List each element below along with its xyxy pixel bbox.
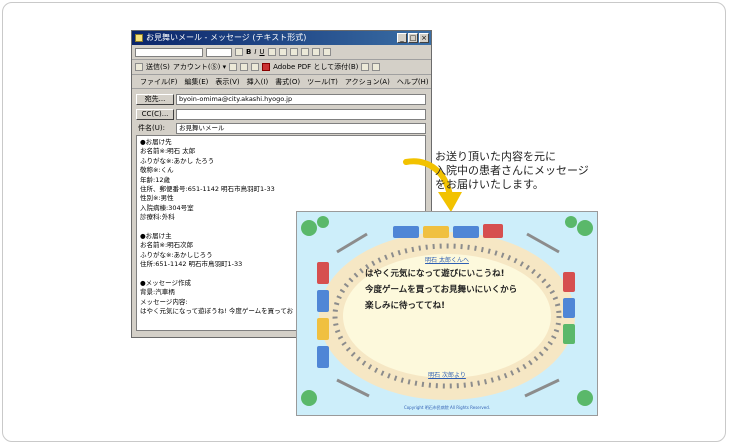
close-button[interactable]: ×: [419, 33, 429, 43]
attach-icon[interactable]: [251, 63, 260, 71]
cc-field[interactable]: [176, 109, 426, 120]
card-from-line: 明石 次郎より: [428, 372, 466, 379]
send-icon: [135, 63, 143, 71]
card-message-line: 今度ゲームを買ってお見舞いにいくから: [365, 285, 518, 295]
standard-toolbar: 送信(S) アカウント(Ⓢ) ▾ Adobe PDF として添付(B): [132, 60, 431, 75]
indent-icon[interactable]: [322, 48, 331, 56]
body-line: ●お届け先: [140, 138, 172, 146]
help-icon[interactable]: [372, 63, 381, 71]
font-size-select[interactable]: [206, 47, 232, 57]
window-title: お見舞いメール - メッセージ (テキスト形式): [146, 33, 307, 42]
card-to-line: 明石 太郎くんへ: [425, 257, 469, 264]
message-card: 明石 太郎くんへ はやく元気になって遊びにいこうね! 今度ゲームを買ってお見舞い…: [296, 211, 598, 416]
menu-file[interactable]: ファイル(F): [140, 77, 178, 87]
pdf-icon: [262, 63, 271, 71]
body-line: 住所、郵便番号:651-1142 明石市鳥羽町1-33: [140, 184, 275, 193]
title-bar: お見舞いメール - メッセージ (テキスト形式) _ □ ×: [132, 31, 431, 45]
bold-button[interactable]: B: [246, 48, 251, 56]
body-line: 敬称※:くん: [140, 166, 174, 175]
font-select[interactable]: [135, 47, 203, 57]
body-line: ふりがな※:あかし たろう: [140, 156, 215, 165]
maximize-button[interactable]: □: [408, 33, 418, 43]
account-button[interactable]: アカウント(Ⓢ) ▾: [173, 62, 226, 72]
mail-icon: [135, 34, 143, 42]
menu-edit[interactable]: 編集(E): [185, 77, 209, 87]
subject-label: 件名(U):: [138, 124, 165, 132]
cc-button[interactable]: CC(C)...: [136, 109, 174, 120]
bullet-list-icon[interactable]: [300, 48, 309, 56]
numbered-list-icon[interactable]: [311, 48, 320, 56]
align-left-icon[interactable]: [267, 48, 276, 56]
callout-line: お送り頂いた内容を元に: [435, 150, 556, 163]
minimize-button[interactable]: _: [397, 33, 407, 43]
body-line: お名前※:明石 太郎: [140, 147, 196, 156]
body-line: 性別※:男性: [140, 194, 174, 203]
underline-button[interactable]: U: [259, 48, 264, 56]
font-color-icon[interactable]: [235, 48, 243, 56]
body-line: 年齢:12歳: [140, 175, 170, 184]
importance-icon[interactable]: [361, 63, 370, 71]
callout-line: 入院中の患者さんにメッセージ: [435, 164, 589, 177]
align-right-icon[interactable]: [289, 48, 298, 56]
menu-tools[interactable]: ツール(T): [307, 77, 338, 87]
menu-insert[interactable]: 挿入(I): [247, 77, 269, 87]
callout-line: をお届けいたします。: [435, 178, 544, 191]
italic-button[interactable]: I: [254, 48, 256, 56]
menu-help[interactable]: ヘルプ(H): [397, 77, 429, 87]
message-header: 宛先... byoin-omima@city.akashi.hyogo.jp C…: [132, 89, 431, 135]
format-toolbar: B I U: [132, 45, 431, 60]
menu-view[interactable]: 表示(V): [215, 77, 239, 87]
save-icon[interactable]: [229, 63, 238, 71]
card-message: はやく元気になって遊びにいこうね! 今度ゲームを買ってお見舞いにいくから 楽しみ…: [365, 266, 517, 314]
menu-action[interactable]: アクション(A): [345, 77, 390, 87]
card-message-line: はやく元気になって遊びにいこうね!: [365, 269, 505, 279]
card-message-line: 楽しみに待っててね!: [365, 301, 445, 311]
print-icon[interactable]: [240, 63, 249, 71]
align-center-icon[interactable]: [278, 48, 287, 56]
send-button[interactable]: 送信(S): [146, 62, 170, 72]
to-field[interactable]: byoin-omima@city.akashi.hyogo.jp: [176, 94, 426, 105]
pdf-attach-button[interactable]: Adobe PDF として添付(B): [273, 62, 358, 72]
card-copyright: Copyright 明石市民病院 All Rights Reserved.: [403, 405, 491, 410]
to-button[interactable]: 宛先...: [136, 94, 174, 105]
menu-format[interactable]: 書式(O): [275, 77, 300, 87]
callout-text: お送り頂いた内容を元に 入院中の患者さんにメッセージ をお届けいたします。: [435, 150, 589, 192]
subject-field[interactable]: お見舞いメール: [176, 123, 426, 134]
menu-bar: ファイル(F) 編集(E) 表示(V) 挿入(I) 書式(O) ツール(T) ア…: [132, 75, 431, 89]
